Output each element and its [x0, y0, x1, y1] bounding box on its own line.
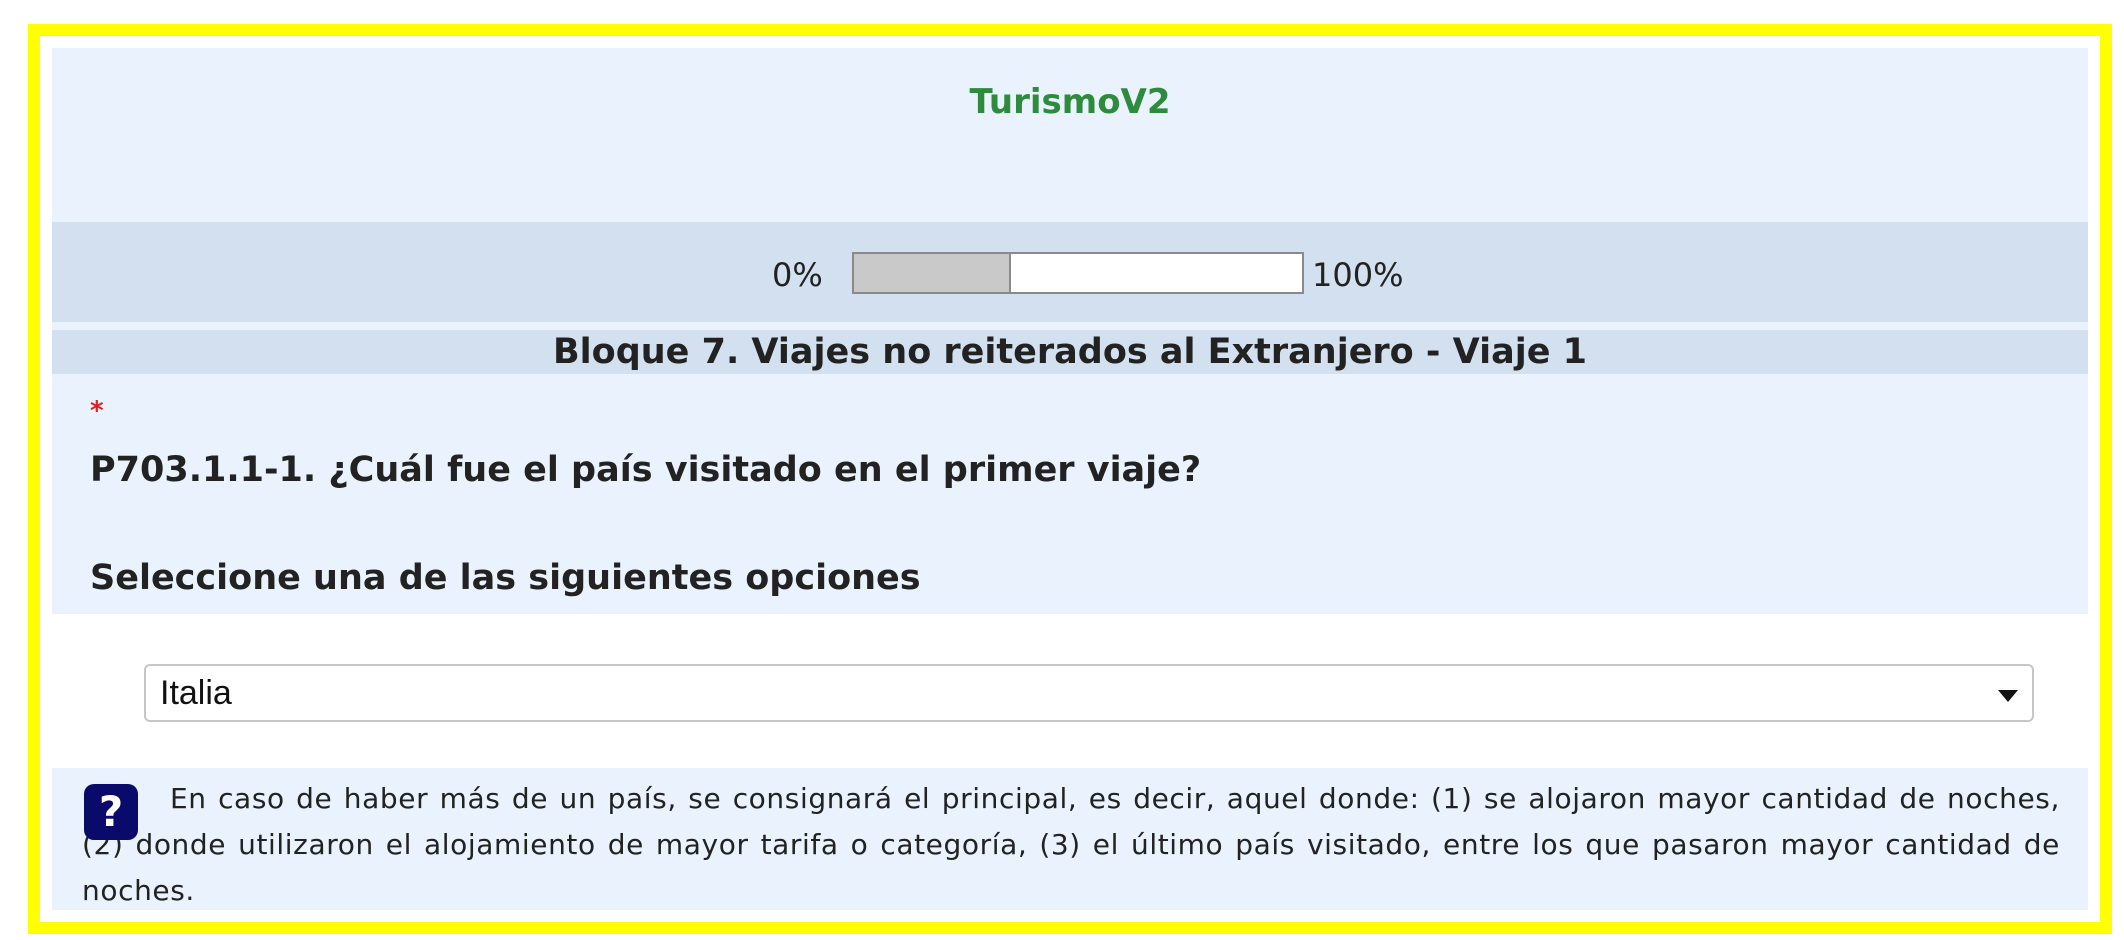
- chevron-down-icon[interactable]: [1998, 690, 2018, 702]
- app-title: TurismoV2: [969, 82, 1171, 122]
- country-select-value: Italia: [160, 674, 232, 712]
- progress-min-label: 0%: [772, 256, 823, 294]
- question-text: P703.1.1-1. ¿Cuál fue el país visitado e…: [90, 450, 1202, 490]
- block-title: Bloque 7. Viajes no reiterados al Extran…: [52, 330, 2088, 374]
- highlight-frame: TurismoV2 0% 100% Bloque 7. Viajes no re…: [28, 24, 2112, 934]
- progress-bar-fill: [854, 254, 1011, 292]
- help-text: En caso de haber más de un país, se cons…: [82, 776, 2060, 914]
- survey-panel: TurismoV2 0% 100% Bloque 7. Viajes no re…: [52, 48, 2088, 910]
- question-mark-icon[interactable]: ?: [84, 784, 138, 840]
- question-instruction: Seleccione una de las siguientes opcione…: [90, 558, 921, 598]
- required-mark: *: [90, 396, 104, 426]
- answer-area: Italia: [52, 614, 2088, 768]
- progress-band: 0% 100%: [52, 222, 2088, 322]
- progress-bar: [852, 252, 1304, 294]
- progress-max-label: 100%: [1312, 256, 1404, 294]
- help-text-body: En caso de haber más de un país, se cons…: [82, 782, 2060, 907]
- country-select[interactable]: Italia: [144, 664, 2034, 722]
